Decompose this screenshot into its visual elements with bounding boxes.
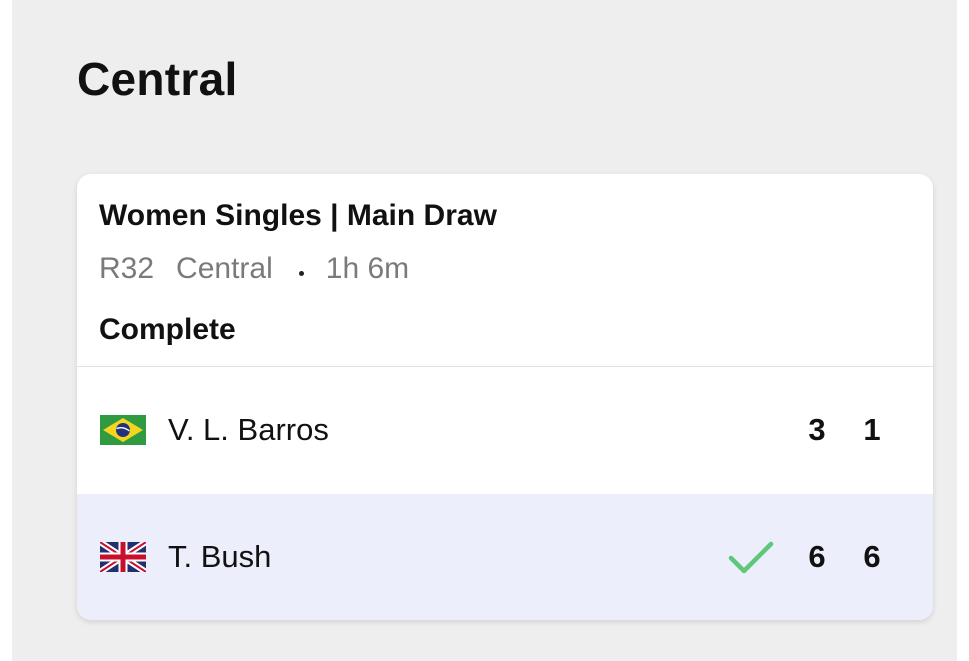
match-card[interactable]: Women Singles | Main Draw R32 Central 1h… xyxy=(77,174,933,620)
match-card-header: Women Singles | Main Draw R32 Central 1h… xyxy=(77,174,933,367)
player-row-winner: T. Bush 6 6 xyxy=(77,494,933,620)
set-score: 6 xyxy=(863,539,881,574)
brazil-flag-icon xyxy=(100,415,146,445)
event-title: Women Singles | Main Draw xyxy=(99,199,497,232)
set-score: 6 xyxy=(808,539,826,574)
set-score: 1 xyxy=(863,412,881,447)
left-edge xyxy=(0,0,12,661)
set-score: 3 xyxy=(808,412,826,447)
player-name: T. Bush xyxy=(168,539,272,574)
uk-flag-icon xyxy=(100,542,146,572)
round-label: R32 xyxy=(99,252,155,285)
court-title: Central xyxy=(77,53,238,105)
court-label: Central xyxy=(176,252,273,285)
right-edge xyxy=(957,0,969,661)
player-name: V. L. Barros xyxy=(168,412,329,447)
player-row: V. L. Barros 3 1 xyxy=(77,367,933,493)
match-status: Complete xyxy=(99,313,236,346)
checkmark-icon xyxy=(728,541,774,574)
separator-dot-icon xyxy=(298,270,304,276)
match-duration: 1h 6m xyxy=(325,252,410,285)
match-meta: R32 Central 1h 6m xyxy=(99,252,409,286)
